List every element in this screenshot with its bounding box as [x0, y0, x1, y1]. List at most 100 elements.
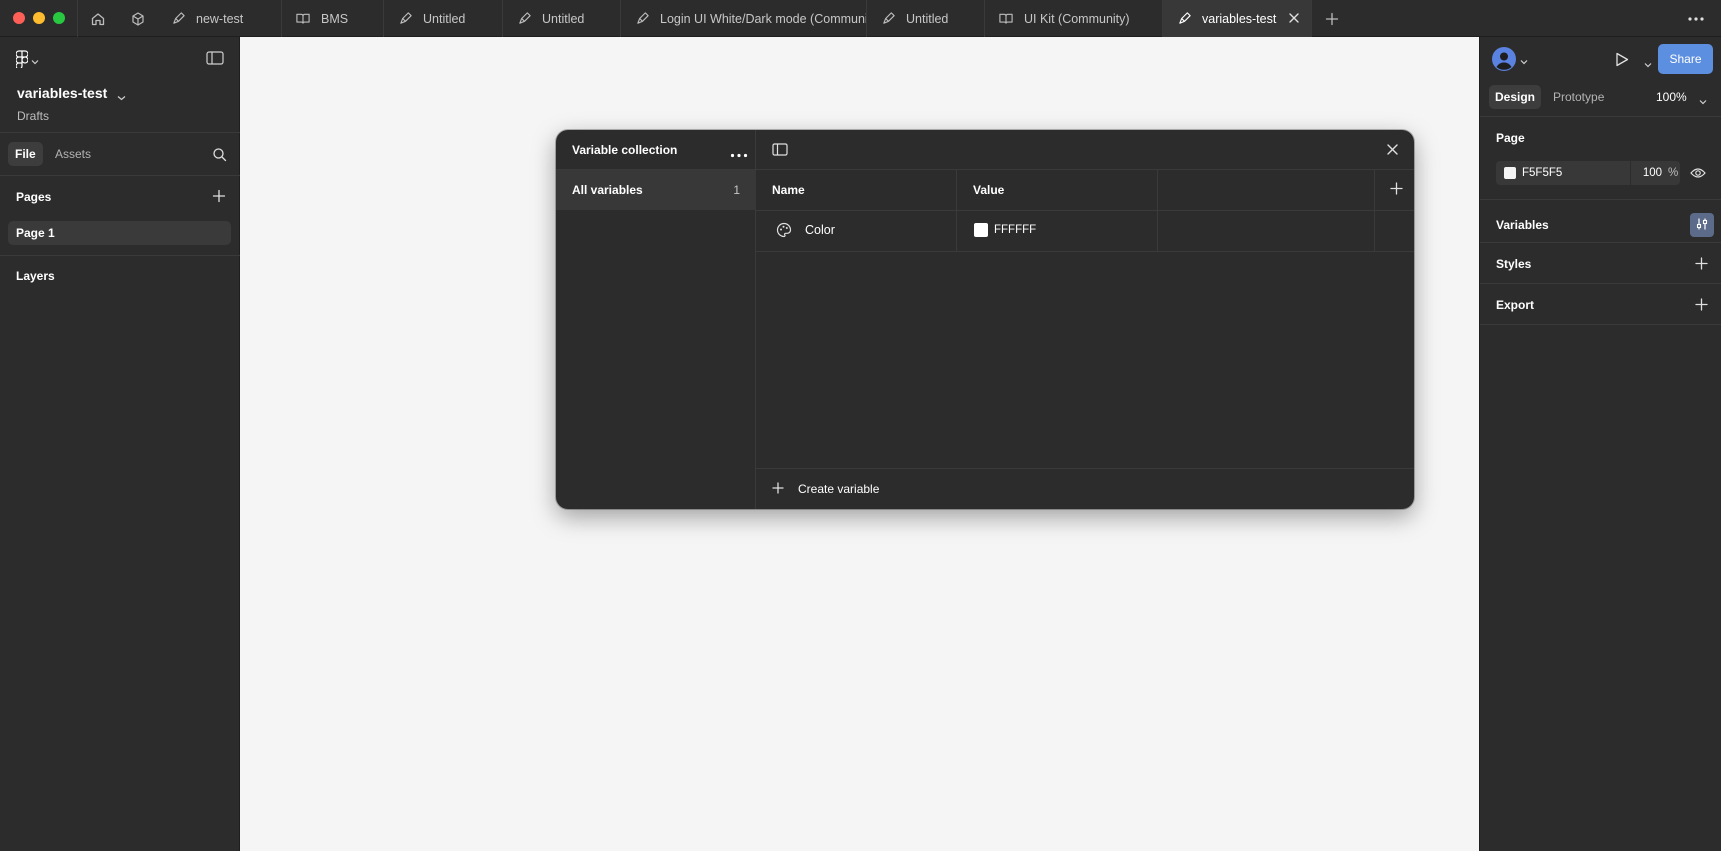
divider: [1480, 324, 1721, 325]
tab-divider: [77, 0, 78, 37]
column-header-value: Value: [973, 183, 1005, 197]
row-divider: [756, 210, 1414, 211]
divider: [1480, 283, 1721, 284]
draft-icon: [634, 11, 650, 27]
add-mode-icon[interactable]: [1390, 182, 1403, 198]
variables-modal: Variable collection All variables 1 Name…: [556, 130, 1414, 509]
variables-section-title: Variables: [1496, 218, 1549, 232]
chevron-down-icon[interactable]: [117, 90, 126, 104]
chevron-down-icon[interactable]: [1699, 94, 1707, 108]
tab-design[interactable]: Design: [1489, 85, 1542, 109]
plus-icon: [772, 482, 784, 497]
toggle-collection-panel-icon[interactable]: [772, 143, 788, 159]
eye-icon[interactable]: [1690, 167, 1706, 182]
divider: [1480, 116, 1721, 117]
create-variable-label: Create variable: [798, 482, 880, 496]
tab-file[interactable]: Untitled: [867, 0, 985, 37]
share-button[interactable]: Share: [1658, 44, 1713, 74]
add-style-icon[interactable]: [1695, 257, 1708, 273]
tab-file-active[interactable]: variables-test: [1163, 0, 1312, 37]
draft-icon: [170, 11, 186, 27]
community-icon[interactable]: [128, 9, 148, 29]
tab-label: Untitled: [423, 11, 466, 26]
close-icon[interactable]: [1386, 143, 1399, 159]
color-swatch[interactable]: [1504, 167, 1516, 179]
chevron-down-icon[interactable]: [1644, 57, 1652, 71]
home-icon[interactable]: [88, 9, 108, 29]
divider: [1480, 199, 1721, 200]
all-variables-item[interactable]: All variables 1: [556, 170, 756, 210]
new-tab-icon[interactable]: [1322, 9, 1342, 29]
export-section-title: Export: [1496, 298, 1535, 312]
tab-file[interactable]: BMS: [282, 0, 384, 37]
variable-count: 1: [733, 183, 740, 197]
column-divider: [1374, 170, 1375, 252]
add-page-icon[interactable]: [212, 189, 226, 206]
open-variables-button[interactable]: [1690, 213, 1714, 237]
chevron-down-icon: [31, 54, 39, 68]
left-sidebar: variables-test Drafts File Assets Pages …: [0, 37, 240, 851]
palette-icon: [776, 222, 792, 241]
divider: [0, 175, 240, 176]
tab-file[interactable]: Untitled: [384, 0, 503, 37]
avatar: [1492, 47, 1516, 74]
collection-more-icon[interactable]: [730, 147, 748, 161]
page-color-hex[interactable]: F5F5F5: [1522, 161, 1562, 185]
page-color-opacity[interactable]: 100: [1636, 161, 1662, 185]
divider: [0, 132, 240, 133]
book-icon: [295, 11, 311, 27]
layers-title: Layers: [16, 269, 55, 283]
toggle-sidebar-icon[interactable]: [206, 51, 224, 68]
tab-label: UI Kit (Community): [1024, 11, 1130, 26]
tab-label: new-test: [196, 11, 244, 26]
draft-icon: [397, 11, 413, 27]
page-section-title: Page: [1496, 131, 1525, 145]
divider: [1480, 242, 1721, 243]
collection-title[interactable]: Variable collection: [572, 143, 677, 157]
figma-logo-icon: [15, 50, 29, 71]
footer-divider: [756, 468, 1414, 469]
file-title[interactable]: variables-test: [17, 85, 107, 101]
pages-title: Pages: [16, 190, 52, 204]
tab-assets[interactable]: Assets: [48, 142, 98, 166]
close-tab-icon[interactable]: [1287, 11, 1301, 25]
tab-label: Login UI White/Dark mode (Communi: [660, 11, 867, 26]
tab-label: Untitled: [542, 11, 585, 26]
avatar-menu[interactable]: [1492, 47, 1528, 74]
file-location[interactable]: Drafts: [17, 109, 49, 123]
present-icon[interactable]: [1615, 52, 1629, 70]
window-minimize-button[interactable]: [33, 12, 45, 24]
search-icon[interactable]: [212, 147, 227, 165]
add-export-icon[interactable]: [1695, 298, 1708, 314]
styles-section-title: Styles: [1496, 257, 1532, 271]
column-divider: [1157, 170, 1158, 252]
opacity-unit: %: [1668, 167, 1679, 179]
tab-file-panel[interactable]: File: [8, 142, 43, 166]
main-menu-button[interactable]: [15, 50, 39, 71]
tab-file[interactable]: new-test: [157, 0, 282, 37]
chevron-down-icon: [1520, 54, 1528, 68]
color-swatch[interactable]: [974, 223, 988, 237]
tab-file[interactable]: Login UI White/Dark mode (Communi: [621, 0, 867, 37]
window-close-button[interactable]: [13, 12, 25, 24]
zoom-level[interactable]: 100%: [1656, 85, 1687, 109]
divider: [0, 255, 240, 256]
window-zoom-button[interactable]: [53, 12, 65, 24]
tab-file[interactable]: UI Kit (Community): [985, 0, 1163, 37]
tab-label: variables-test: [1202, 11, 1277, 26]
more-icon[interactable]: [1686, 9, 1706, 29]
all-variables-label: All variables: [572, 183, 643, 197]
sliders-icon: [1695, 217, 1709, 234]
column-divider: [956, 170, 957, 252]
tab-file[interactable]: Untitled: [503, 0, 621, 37]
row-divider: [756, 251, 1414, 252]
page-color-field[interactable]: F5F5F5 100 %: [1496, 161, 1680, 185]
tab-prototype[interactable]: Prototype: [1547, 85, 1610, 109]
draft-icon: [1176, 11, 1192, 27]
tab-bar: new-test BMS Untitled Untitled Login UI …: [0, 0, 1721, 37]
field-divider: [1630, 161, 1631, 185]
page-item[interactable]: Page 1: [8, 221, 231, 245]
variable-name: Color: [805, 223, 835, 237]
draft-icon: [516, 11, 532, 27]
variable-value[interactable]: FFFFFF: [994, 224, 1036, 236]
